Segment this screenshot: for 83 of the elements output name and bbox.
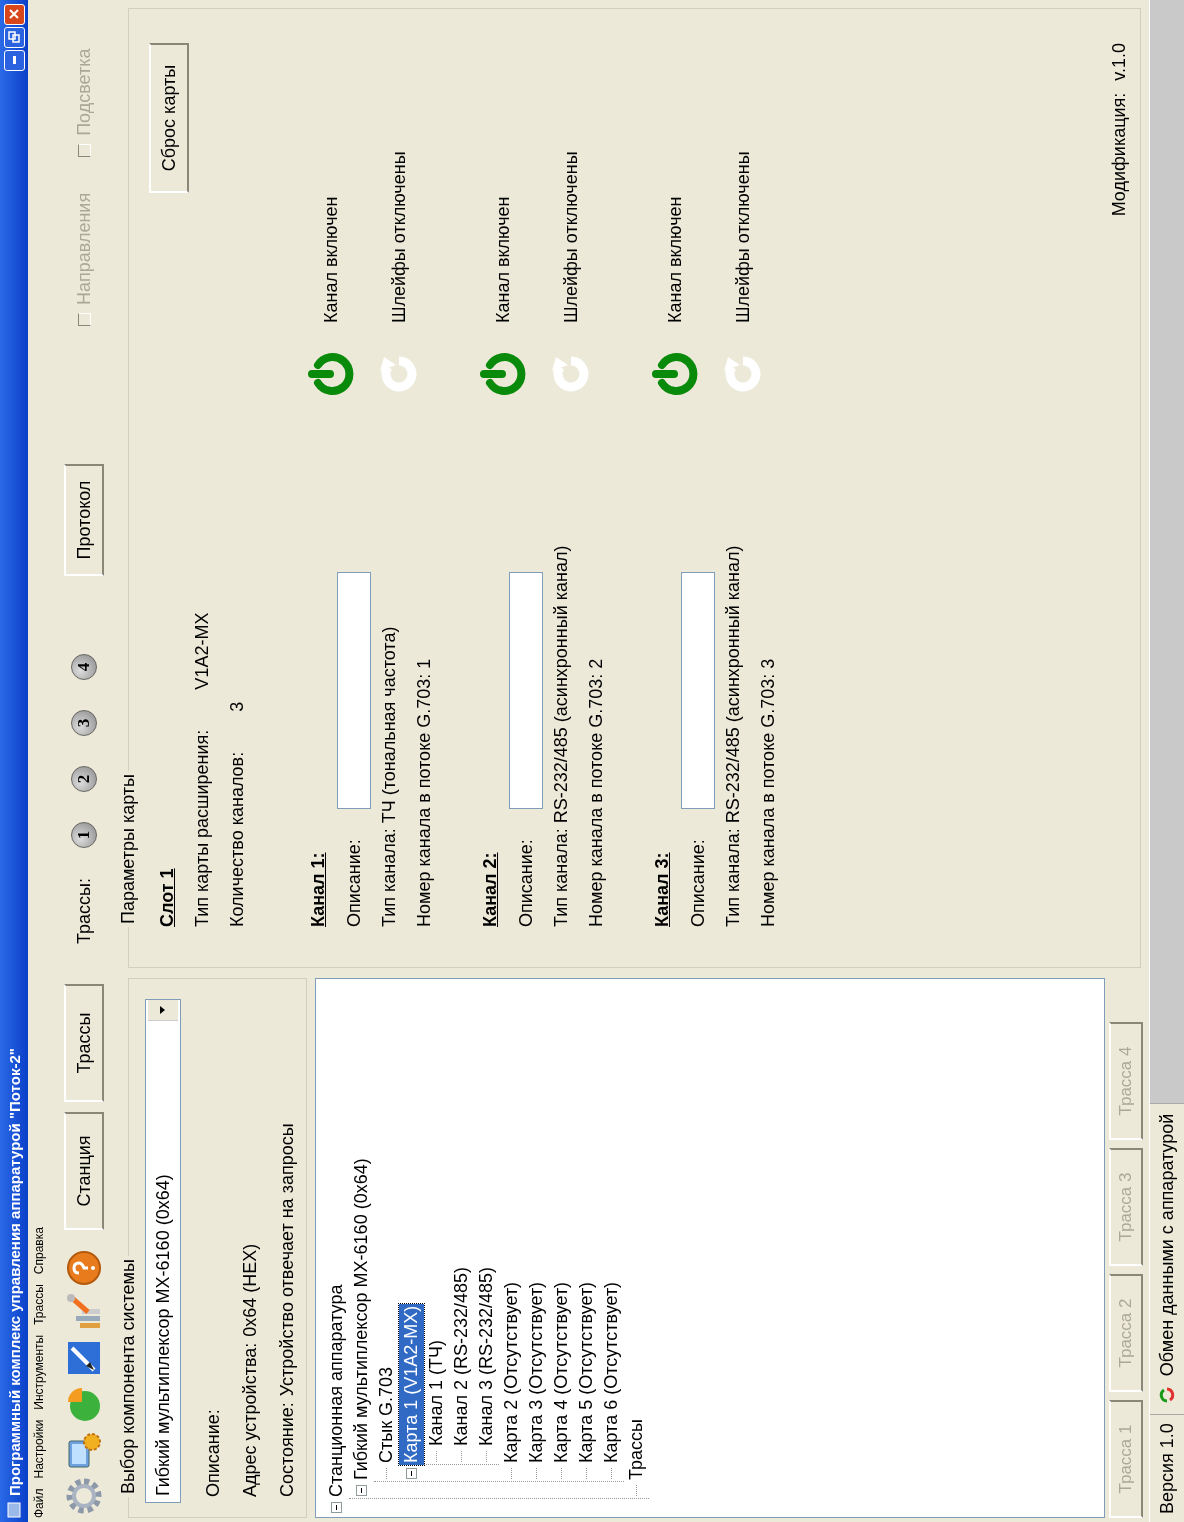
component-dropdown[interactable]: Гибкий мультиплексор МХ-6160 (0х64)	[145, 999, 181, 1503]
collapse-box[interactable]	[331, 1502, 342, 1513]
view-button[interactable]: Трассы	[64, 984, 104, 1102]
tree-item[interactable]: Канал 2 (RS-232/485)	[449, 1265, 474, 1448]
window-icon	[6, 1502, 22, 1518]
channel-heading: Канал 1:	[308, 851, 329, 927]
field-label: Описание:	[203, 1409, 224, 1497]
slot-heading: Слот 1	[157, 867, 178, 927]
close-icon	[8, 8, 20, 21]
traces-label: Трассы:	[73, 878, 95, 944]
modification-value: v.1.0	[1109, 43, 1130, 81]
tree-item[interactable]: Карта 1 (V1A2-MX)	[399, 1303, 424, 1465]
tree-item[interactable]: Карта 5 (Отсутствует)	[574, 1279, 599, 1465]
minimize-button[interactable]	[3, 50, 25, 71]
channel-type: Тип канала: RS-232/485 (асинхронный канал)	[551, 544, 572, 927]
tree-item[interactable]: Трассы	[624, 1417, 649, 1482]
help-icon[interactable]	[66, 1250, 102, 1286]
restore-button[interactable]	[3, 27, 25, 48]
gear-icon[interactable]	[64, 1476, 104, 1516]
field-label: Количество каналов:	[227, 751, 248, 927]
trace-number-button[interactable]: 3	[71, 710, 97, 737]
modification-label: Модификация:	[1109, 92, 1130, 217]
field-label: Описание:	[515, 839, 537, 927]
trace-number-button[interactable]: 2	[71, 766, 97, 793]
menu-item[interactable]: Трассы	[32, 1284, 46, 1325]
status-text: Обмен данными с аппаратурой	[1156, 1113, 1178, 1377]
menu-item[interactable]: Справка	[32, 1227, 46, 1275]
tree-item[interactable]: Карта 6 (Отсутствует)	[599, 1279, 624, 1465]
channel-type: Тип канала: RS-232/485 (асинхронный канал)	[723, 544, 744, 927]
description-field[interactable]	[337, 572, 371, 810]
close-button[interactable]	[3, 4, 25, 25]
channel-number: Номер канала в потоке G.703: 1	[414, 657, 435, 927]
loop-status: Шлейфы отключены	[388, 151, 410, 323]
loop-status: Шлейфы отключены	[560, 151, 582, 323]
channel-heading: Канал 3:	[652, 851, 673, 927]
power-icon[interactable]	[480, 351, 526, 397]
protocol-button[interactable]: Протокол	[64, 464, 104, 577]
menu-item[interactable]: Инструменты	[32, 1334, 46, 1410]
channel-status: Канал включен	[664, 196, 686, 323]
version-status: Версия 1.0	[1150, 1414, 1184, 1522]
sync-arrows-icon	[1158, 1386, 1176, 1405]
field-value: Устройство отвечает на запросы	[277, 1123, 298, 1397]
channel-heading: Канал 2:	[480, 851, 501, 927]
power-icon[interactable]	[308, 351, 354, 397]
tree-item[interactable]: Канал 1 (ТЧ)	[424, 1338, 449, 1448]
tree-item[interactable]: Карта 2 (Отсутствует)	[499, 1279, 524, 1465]
field-label: Состояние:	[277, 1402, 298, 1497]
power-icon[interactable]	[652, 351, 698, 397]
tree-item[interactable]: Карта 3 (Отсутствует)	[524, 1279, 549, 1465]
field-value: V1A2-MX	[192, 612, 213, 690]
restore-icon	[8, 31, 20, 44]
description-field[interactable]	[509, 572, 543, 810]
group-title: Выбор компонента системы	[118, 1258, 139, 1496]
menu-item[interactable]: Настройки	[32, 1419, 46, 1479]
field-label: Адрес устройства:	[240, 1342, 261, 1497]
collapse-box[interactable]	[356, 1485, 367, 1496]
tree-item[interactable]: Карта 4 (Отсутствует)	[549, 1279, 574, 1465]
loop-status: Шлейфы отключены	[732, 151, 754, 323]
tree-item[interactable]: Гибкий мультиплексор МХ-6160 (0х64)	[349, 1156, 374, 1482]
dropdown-arrow-icon	[160, 1006, 166, 1014]
channel-type: Тип канала: ТЧ (тональная частота)	[379, 625, 400, 927]
reset-card-button[interactable]: Сброс карты	[149, 43, 189, 193]
channel-number: Номер канала в потоке G.703: 3	[758, 657, 779, 927]
view-button[interactable]: Станция	[64, 1112, 104, 1230]
trace-number-button[interactable]: 1	[71, 822, 97, 849]
channel-number: Номер канала в потоке G.703: 2	[586, 657, 607, 927]
tree-item[interactable]: Стык G.703	[374, 1364, 399, 1465]
menu-item[interactable]: Файл	[32, 1488, 46, 1518]
tree-item[interactable]: Канал 3 (RS-232/485)	[474, 1265, 499, 1448]
collapse-box[interactable]	[406, 1468, 417, 1479]
field-label: Тип карты расширения:	[192, 729, 213, 927]
tree-item[interactable]: Станционная аппаратура	[324, 1282, 349, 1499]
field-value: 0х64 (HEX)	[240, 1243, 261, 1337]
channel-status: Канал включен	[320, 196, 342, 323]
trace-number-button[interactable]: 4	[71, 654, 97, 681]
group-title: Параметры карты	[118, 772, 139, 926]
field-value: 3	[227, 701, 248, 712]
field-label: Описание:	[687, 839, 709, 927]
minimize-icon	[12, 56, 16, 65]
channel-status: Канал включен	[492, 196, 514, 323]
field-label: Описание:	[343, 839, 365, 927]
window-title: Программный комплекс управления аппаратурой "Поток-2"	[5, 1047, 23, 1496]
description-field[interactable]	[681, 572, 715, 810]
